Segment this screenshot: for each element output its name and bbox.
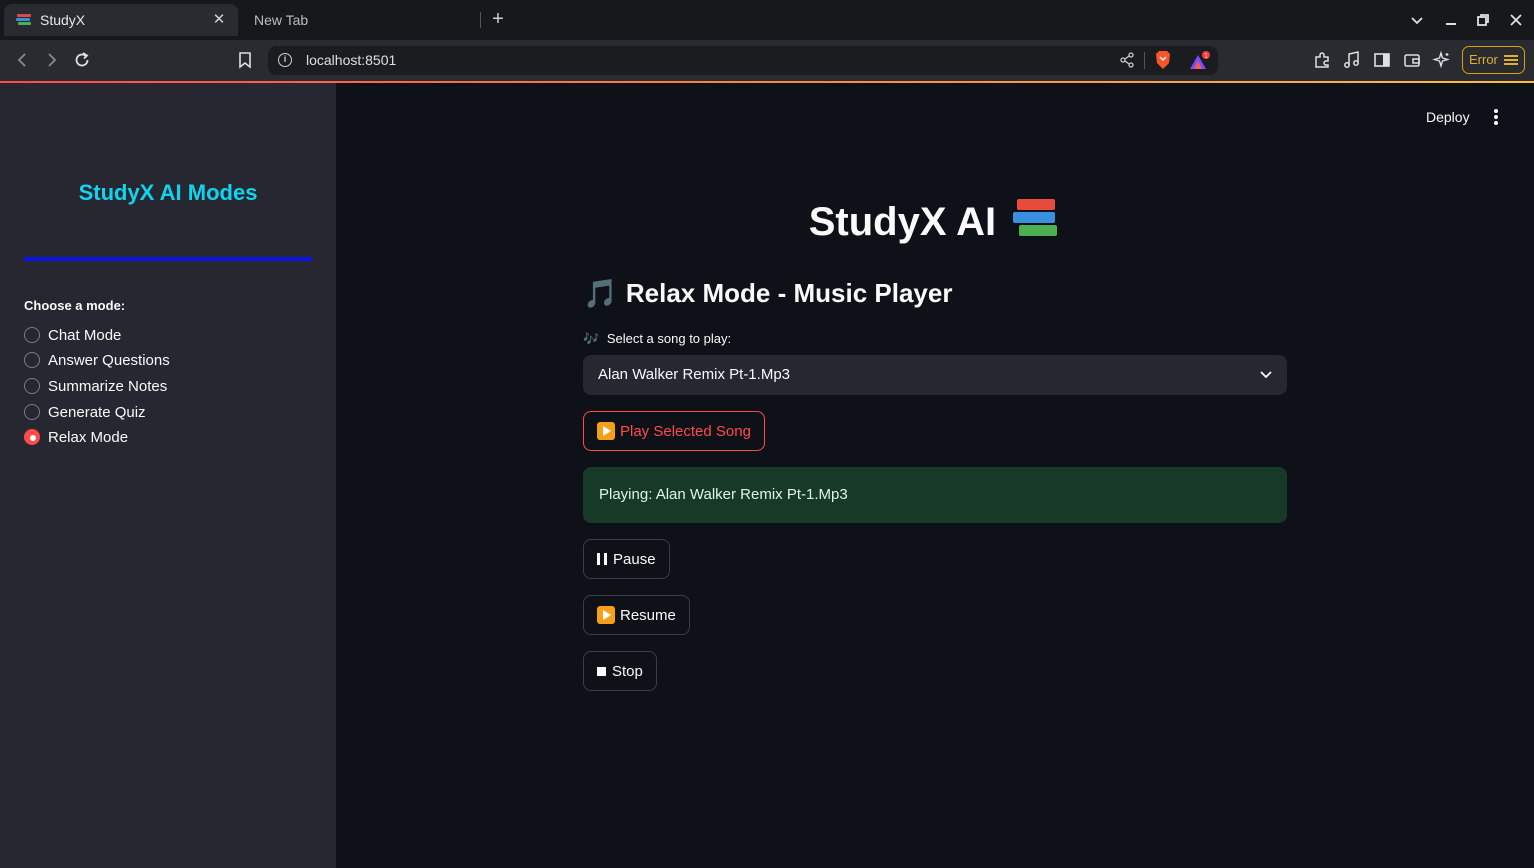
song-select-label: 🎶 Select a song to play:	[583, 331, 731, 347]
section-header-text: Relax Mode - Music Player	[625, 278, 953, 308]
page-title: StudyX AI	[583, 197, 1287, 245]
radio-button[interactable]	[24, 327, 40, 343]
tab-title: New Tab	[254, 12, 309, 28]
resume-button-label: Resume	[620, 606, 676, 624]
error-label: Error	[1469, 52, 1498, 67]
mode-option-label[interactable]: Relax Mode	[48, 429, 128, 446]
resume-button[interactable]: Resume	[583, 595, 690, 635]
main-menu-kebab-icon[interactable]	[1488, 107, 1504, 127]
mode-option-chat[interactable]: Chat Mode	[24, 325, 121, 345]
page-title-text: StudyX AI	[808, 200, 997, 244]
now-playing-alert: Playing: Alan Walker Remix Pt-1.Mp3	[583, 467, 1287, 523]
pause-button[interactable]: Pause	[583, 539, 670, 579]
reload-icon[interactable]	[72, 50, 92, 70]
stop-icon	[597, 666, 606, 676]
pause-button-label: Pause	[613, 550, 656, 568]
mode-option-label[interactable]: Generate Quiz	[48, 404, 146, 421]
mode-option-generate-quiz[interactable]: Generate Quiz	[24, 402, 146, 422]
tab-title: StudyX	[40, 12, 86, 28]
tab-studyx[interactable]: StudyX ✕	[4, 4, 238, 36]
wallet-icon[interactable]	[1402, 50, 1422, 70]
forward-icon[interactable]	[42, 50, 62, 70]
radio-button[interactable]	[24, 352, 40, 368]
browser-toolbar: i localhost:8501 1 Error	[0, 40, 1534, 81]
restore-icon[interactable]	[1473, 10, 1493, 30]
main-content: Deploy StudyX AI 🎵 Relax Mode - Music Pl…	[336, 83, 1534, 868]
brave-rewards-icon[interactable]: 1	[1188, 51, 1212, 76]
tab-new-tab[interactable]: New Tab	[246, 4, 478, 36]
mode-option-label[interactable]: Summarize Notes	[48, 378, 167, 395]
sidebar-title: StudyX AI Modes	[78, 180, 258, 205]
site-info-icon[interactable]: i	[278, 53, 292, 67]
music-note-icon: 🎵	[583, 278, 618, 309]
share-icon[interactable]	[1118, 51, 1136, 74]
play-icon	[597, 606, 615, 624]
radio-button[interactable]	[24, 378, 40, 394]
song-select-dropdown[interactable]: Alan Walker Remix Pt-1.Mp3	[583, 355, 1287, 395]
new-tab-plus-icon[interactable]: +	[488, 9, 508, 29]
stop-button[interactable]: Stop	[583, 651, 657, 691]
mode-option-label[interactable]: Chat Mode	[48, 327, 121, 344]
minimize-icon[interactable]	[1441, 10, 1461, 30]
bookmark-icon[interactable]	[235, 50, 255, 70]
deploy-button[interactable]: Deploy	[1426, 109, 1470, 125]
mode-option-summarize-notes[interactable]: Summarize Notes	[24, 376, 167, 396]
mode-option-relax[interactable]: Relax Mode	[24, 427, 128, 447]
sidebar-divider	[24, 257, 312, 261]
notification-count: 1	[1204, 53, 1208, 60]
media-music-icon[interactable]	[1342, 50, 1362, 70]
error-menu-button[interactable]: Error	[1462, 46, 1525, 74]
play-selected-song-button[interactable]: Play Selected Song	[583, 411, 765, 451]
sidebar-toggle-icon[interactable]	[1372, 50, 1392, 70]
play-button-label: Play Selected Song	[620, 422, 751, 440]
leo-ai-sparkle-icon[interactable]	[1432, 50, 1452, 70]
radio-button-selected[interactable]	[24, 429, 40, 445]
address-bar[interactable]: i localhost:8501 1	[268, 46, 1218, 75]
selected-song-value[interactable]: Alan Walker Remix Pt-1.Mp3	[598, 366, 790, 383]
extensions-icon[interactable]	[1312, 50, 1332, 70]
music-notes-icon: 🎶	[583, 331, 600, 346]
hamburger-menu-icon	[1504, 55, 1518, 65]
url-divider	[1144, 52, 1145, 69]
books-emoji-icon	[1013, 197, 1061, 241]
tab-divider	[480, 12, 481, 28]
radio-button[interactable]	[24, 404, 40, 420]
sidebar: StudyX AI Modes Choose a mode: Chat Mode…	[0, 83, 336, 868]
back-icon[interactable]	[12, 50, 32, 70]
song-select-label-text: Select a song to play:	[606, 331, 732, 346]
tab-list-chevron-icon[interactable]	[1407, 10, 1427, 30]
books-favicon-icon	[16, 12, 32, 28]
url-text[interactable]: localhost:8501	[306, 52, 396, 68]
stop-button-label: Stop	[612, 662, 643, 680]
pause-icon	[597, 553, 607, 565]
mode-option-label[interactable]: Answer Questions	[48, 352, 170, 369]
brave-shields-icon[interactable]	[1154, 50, 1172, 75]
play-icon	[597, 422, 615, 440]
mode-radio-label: Choose a mode:	[24, 298, 126, 313]
close-tab-icon[interactable]: ✕	[210, 11, 228, 29]
mode-option-answer-questions[interactable]: Answer Questions	[24, 350, 170, 370]
browser-tab-bar: StudyX ✕ New Tab +	[0, 0, 1534, 40]
now-playing-text: Playing: Alan Walker Remix Pt-1.Mp3	[599, 486, 848, 503]
chevron-down-icon[interactable]	[1259, 367, 1273, 381]
section-header: 🎵 Relax Mode - Music Player	[583, 277, 952, 310]
close-window-icon[interactable]	[1506, 10, 1526, 30]
